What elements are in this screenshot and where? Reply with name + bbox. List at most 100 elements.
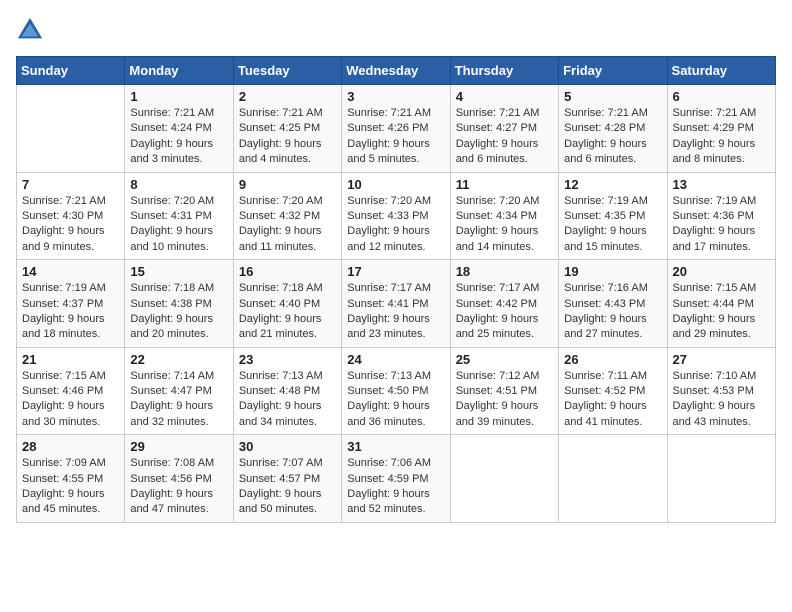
calendar-cell: 14 Sunrise: 7:19 AMSunset: 4:37 PMDayligh… <box>17 260 125 348</box>
day-number: 28 <box>22 439 119 454</box>
calendar-cell: 24Sunrise: 7:13 AMSunset: 4:50 PMDayligh… <box>342 347 450 435</box>
day-info: Sunrise: 7:19 AMSunset: 4:37 PMDaylight:… <box>22 281 119 343</box>
day-info: Sunrise: 7:21 AMSunset: 4:25 PMDaylight:… <box>239 106 336 168</box>
header-wednesday: Wednesday <box>342 57 450 85</box>
day-info: Sunrise: 7:16 AMSunset: 4:43 PMDaylight:… <box>564 281 661 343</box>
day-info: Sunrise: 7:21 AMSunset: 4:28 PMDaylight:… <box>564 106 661 168</box>
calendar-cell: 13 Sunrise: 7:19 AMSunset: 4:36 PMDayligh… <box>667 172 775 260</box>
day-info: Sunrise: 7:20 AMSunset: 4:34 PMDaylight:… <box>456 194 553 256</box>
day-info: Sunrise: 7:19 AMSunset: 4:35 PMDaylight:… <box>564 194 661 256</box>
day-number: 4 <box>456 89 553 104</box>
day-number: 14 <box>22 264 119 279</box>
day-number: 22 <box>130 352 227 367</box>
day-info: Sunrise: 7:07 AMSunset: 4:57 PMDaylight:… <box>239 456 336 518</box>
day-info: Sunrise: 7:11 AMSunset: 4:52 PMDaylight:… <box>564 369 661 431</box>
day-number: 15 <box>130 264 227 279</box>
day-info: Sunrise: 7:15 AMSunset: 4:44 PMDaylight:… <box>673 281 770 343</box>
day-number: 9 <box>239 177 336 192</box>
calendar-cell: 5 Sunrise: 7:21 AMSunset: 4:28 PMDaylight… <box>559 85 667 173</box>
calendar-week-row: 28 Sunrise: 7:09 AMSunset: 4:55 PMDayligh… <box>17 435 776 523</box>
day-number: 16 <box>239 264 336 279</box>
logo-icon <box>16 16 44 44</box>
day-number: 5 <box>564 89 661 104</box>
page-header <box>16 16 776 44</box>
calendar-cell: 18 Sunrise: 7:17 AMSunset: 4:42 PMDayligh… <box>450 260 558 348</box>
header-sunday: Sunday <box>17 57 125 85</box>
day-number: 17 <box>347 264 444 279</box>
calendar-cell: 21 Sunrise: 7:15 AMSunset: 4:46 PMDayligh… <box>17 347 125 435</box>
calendar-cell <box>450 435 558 523</box>
calendar-cell: 15Sunrise: 7:18 AMSunset: 4:38 PMDayligh… <box>125 260 233 348</box>
day-number: 19 <box>564 264 661 279</box>
calendar-cell <box>17 85 125 173</box>
day-number: 11 <box>456 177 553 192</box>
calendar-cell: 3Sunrise: 7:21 AMSunset: 4:26 PMDaylight… <box>342 85 450 173</box>
calendar-cell: 12 Sunrise: 7:19 AMSunset: 4:35 PMDayligh… <box>559 172 667 260</box>
day-number: 8 <box>130 177 227 192</box>
day-info: Sunrise: 7:19 AMSunset: 4:36 PMDaylight:… <box>673 194 770 256</box>
day-number: 25 <box>456 352 553 367</box>
day-info: Sunrise: 7:21 AMSunset: 4:26 PMDaylight:… <box>347 106 444 168</box>
day-number: 20 <box>673 264 770 279</box>
calendar-cell: 10 Sunrise: 7:20 AMSunset: 4:33 PMDayligh… <box>342 172 450 260</box>
calendar-cell: 17 Sunrise: 7:17 AMSunset: 4:41 PMDayligh… <box>342 260 450 348</box>
day-info: Sunrise: 7:06 AMSunset: 4:59 PMDaylight:… <box>347 456 444 518</box>
day-info: Sunrise: 7:15 AMSunset: 4:46 PMDaylight:… <box>22 369 119 431</box>
calendar-cell: 29 Sunrise: 7:08 AMSunset: 4:56 PMDayligh… <box>125 435 233 523</box>
day-info: Sunrise: 7:12 AMSunset: 4:51 PMDaylight:… <box>456 369 553 431</box>
day-info: Sunrise: 7:20 AMSunset: 4:31 PMDaylight:… <box>130 194 227 256</box>
calendar-cell: 20 Sunrise: 7:15 AMSunset: 4:44 PMDayligh… <box>667 260 775 348</box>
day-info: Sunrise: 7:21 AMSunset: 4:29 PMDaylight:… <box>673 106 770 168</box>
day-number: 13 <box>673 177 770 192</box>
calendar-cell: 8 Sunrise: 7:20 AMSunset: 4:31 PMDaylight… <box>125 172 233 260</box>
calendar-cell: 2 Sunrise: 7:21 AMSunset: 4:25 PMDaylight… <box>233 85 341 173</box>
day-number: 6 <box>673 89 770 104</box>
calendar-cell <box>559 435 667 523</box>
calendar-cell: 19 Sunrise: 7:16 AMSunset: 4:43 PMDayligh… <box>559 260 667 348</box>
day-number: 31 <box>347 439 444 454</box>
calendar-cell <box>667 435 775 523</box>
calendar-cell: 23Sunrise: 7:13 AMSunset: 4:48 PMDayligh… <box>233 347 341 435</box>
calendar-cell: 22 Sunrise: 7:14 AMSunset: 4:47 PMDayligh… <box>125 347 233 435</box>
day-info: Sunrise: 7:09 AMSunset: 4:55 PMDaylight:… <box>22 456 119 518</box>
day-number: 2 <box>239 89 336 104</box>
day-number: 1 <box>130 89 227 104</box>
calendar-cell: 16 Sunrise: 7:18 AMSunset: 4:40 PMDayligh… <box>233 260 341 348</box>
day-info: Sunrise: 7:17 AMSunset: 4:41 PMDaylight:… <box>347 281 444 343</box>
header-friday: Friday <box>559 57 667 85</box>
calendar-cell: 7Sunrise: 7:21 AMSunset: 4:30 PMDaylight… <box>17 172 125 260</box>
day-info: Sunrise: 7:14 AMSunset: 4:47 PMDaylight:… <box>130 369 227 431</box>
logo <box>16 16 48 44</box>
day-info: Sunrise: 7:21 AMSunset: 4:30 PMDaylight:… <box>22 194 119 256</box>
day-number: 10 <box>347 177 444 192</box>
day-number: 12 <box>564 177 661 192</box>
calendar-table: SundayMondayTuesdayWednesdayThursdayFrid… <box>16 56 776 523</box>
day-number: 18 <box>456 264 553 279</box>
day-info: Sunrise: 7:21 AMSunset: 4:27 PMDaylight:… <box>456 106 553 168</box>
calendar-cell: 31 Sunrise: 7:06 AMSunset: 4:59 PMDayligh… <box>342 435 450 523</box>
header-saturday: Saturday <box>667 57 775 85</box>
calendar-cell: 6 Sunrise: 7:21 AMSunset: 4:29 PMDaylight… <box>667 85 775 173</box>
day-info: Sunrise: 7:20 AMSunset: 4:32 PMDaylight:… <box>239 194 336 256</box>
calendar-week-row: 7Sunrise: 7:21 AMSunset: 4:30 PMDaylight… <box>17 172 776 260</box>
day-info: Sunrise: 7:13 AMSunset: 4:48 PMDaylight:… <box>239 369 336 431</box>
day-number: 26 <box>564 352 661 367</box>
day-number: 27 <box>673 352 770 367</box>
day-info: Sunrise: 7:10 AMSunset: 4:53 PMDaylight:… <box>673 369 770 431</box>
day-info: Sunrise: 7:20 AMSunset: 4:33 PMDaylight:… <box>347 194 444 256</box>
calendar-cell: 27 Sunrise: 7:10 AMSunset: 4:53 PMDayligh… <box>667 347 775 435</box>
day-info: Sunrise: 7:18 AMSunset: 4:40 PMDaylight:… <box>239 281 336 343</box>
calendar-week-row: 1Sunrise: 7:21 AMSunset: 4:24 PMDaylight… <box>17 85 776 173</box>
day-number: 29 <box>130 439 227 454</box>
calendar-week-row: 21 Sunrise: 7:15 AMSunset: 4:46 PMDayligh… <box>17 347 776 435</box>
calendar-cell: 9 Sunrise: 7:20 AMSunset: 4:32 PMDaylight… <box>233 172 341 260</box>
header-tuesday: Tuesday <box>233 57 341 85</box>
calendar-week-row: 14 Sunrise: 7:19 AMSunset: 4:37 PMDayligh… <box>17 260 776 348</box>
day-number: 30 <box>239 439 336 454</box>
calendar-cell: 26 Sunrise: 7:11 AMSunset: 4:52 PMDayligh… <box>559 347 667 435</box>
day-info: Sunrise: 7:08 AMSunset: 4:56 PMDaylight:… <box>130 456 227 518</box>
day-number: 21 <box>22 352 119 367</box>
day-number: 24 <box>347 352 444 367</box>
calendar-cell: 30 Sunrise: 7:07 AMSunset: 4:57 PMDayligh… <box>233 435 341 523</box>
day-info: Sunrise: 7:17 AMSunset: 4:42 PMDaylight:… <box>456 281 553 343</box>
